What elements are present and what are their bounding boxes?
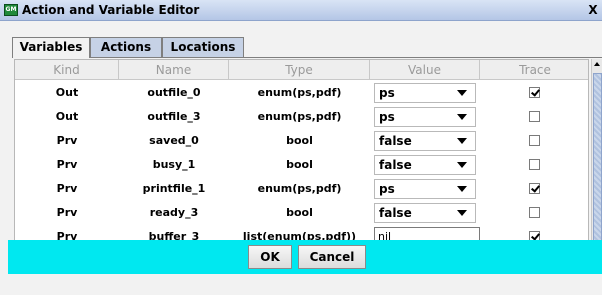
button-bar: OK Cancel bbox=[8, 240, 602, 274]
scrollbar-thumb[interactable] bbox=[593, 73, 602, 242]
scroll-up-icon[interactable] bbox=[592, 59, 602, 71]
kind-cell: Out bbox=[55, 86, 79, 99]
cancel-button[interactable]: Cancel bbox=[298, 245, 366, 269]
table-row[interactable]: Out outfile_0 enum(ps,pdf) ps bbox=[15, 81, 588, 105]
name-cell: busy_1 bbox=[152, 158, 196, 171]
value-dropdown[interactable]: false bbox=[374, 131, 476, 151]
trace-checkbox[interactable] bbox=[529, 207, 540, 218]
variables-table: Kind Name Type Value Trace Out outfile_0 e… bbox=[14, 59, 589, 256]
name-cell: outfile_3 bbox=[147, 110, 201, 123]
name-cell: ready_3 bbox=[149, 206, 199, 219]
trace-checkbox[interactable] bbox=[529, 135, 540, 146]
tab-divider bbox=[12, 57, 602, 58]
name-cell: printfile_1 bbox=[142, 182, 206, 195]
trace-checkbox[interactable] bbox=[529, 111, 540, 122]
value-dropdown[interactable]: false bbox=[374, 203, 476, 223]
type-cell: enum(ps,pdf) bbox=[257, 110, 342, 123]
column-header-type[interactable]: Type bbox=[229, 60, 370, 80]
name-cell: outfile_0 bbox=[147, 86, 201, 99]
value-text: false bbox=[379, 206, 412, 220]
value-dropdown[interactable]: ps bbox=[374, 179, 476, 199]
name-cell: saved_0 bbox=[149, 134, 199, 147]
chevron-down-icon[interactable] bbox=[457, 210, 467, 216]
kind-cell: Prv bbox=[56, 158, 78, 171]
title-bar: GM Action and Variable Editor X bbox=[0, 0, 602, 21]
trace-checkbox[interactable] bbox=[529, 159, 540, 170]
chevron-down-icon[interactable] bbox=[457, 90, 467, 96]
table-row[interactable]: Prv ready_3 bool false bbox=[15, 201, 588, 225]
close-icon[interactable]: X bbox=[586, 2, 600, 18]
type-cell: enum(ps,pdf) bbox=[257, 182, 342, 195]
kind-cell: Out bbox=[55, 110, 79, 123]
table-row[interactable]: Prv busy_1 bool false bbox=[15, 153, 588, 177]
table-header: Kind Name Type Value Trace bbox=[15, 60, 588, 80]
value-text: false bbox=[379, 134, 412, 148]
chevron-down-icon[interactable] bbox=[457, 114, 467, 120]
app-icon: GM bbox=[4, 4, 18, 16]
value-text: ps bbox=[379, 86, 395, 100]
kind-cell: Prv bbox=[56, 134, 78, 147]
tab-actions[interactable]: Actions bbox=[90, 37, 162, 57]
table-row[interactable]: Out outfile_3 enum(ps,pdf) ps bbox=[15, 105, 588, 129]
ok-button[interactable]: OK bbox=[248, 245, 292, 269]
tab-locations[interactable]: Locations bbox=[162, 37, 244, 57]
table-row[interactable]: Prv printfile_1 enum(ps,pdf) ps bbox=[15, 177, 588, 201]
kind-cell: Prv bbox=[56, 182, 78, 195]
trace-checkbox-checked[interactable] bbox=[529, 87, 540, 98]
type-cell: bool bbox=[286, 158, 313, 171]
type-cell: enum(ps,pdf) bbox=[257, 86, 342, 99]
value-text: ps bbox=[379, 110, 395, 124]
column-header-trace[interactable]: Trace bbox=[480, 60, 588, 80]
value-dropdown[interactable]: false bbox=[374, 155, 476, 175]
column-header-name[interactable]: Name bbox=[119, 60, 229, 80]
vertical-scrollbar[interactable] bbox=[591, 59, 602, 256]
kind-cell: Prv bbox=[56, 206, 78, 219]
value-dropdown[interactable]: ps bbox=[374, 83, 476, 103]
type-cell: bool bbox=[286, 134, 313, 147]
value-dropdown[interactable]: ps bbox=[374, 107, 476, 127]
value-text: ps bbox=[379, 182, 395, 196]
chevron-down-icon[interactable] bbox=[457, 138, 467, 144]
table-row[interactable]: Prv saved_0 bool false bbox=[15, 129, 588, 153]
tab-variables[interactable]: Variables bbox=[12, 37, 90, 58]
chevron-down-icon[interactable] bbox=[457, 186, 467, 192]
type-cell: bool bbox=[286, 206, 313, 219]
value-text: false bbox=[379, 158, 412, 172]
column-header-value[interactable]: Value bbox=[370, 60, 480, 80]
column-header-kind[interactable]: Kind bbox=[15, 60, 119, 80]
window-title: Action and Variable Editor bbox=[22, 3, 200, 17]
trace-checkbox-checked[interactable] bbox=[529, 183, 540, 194]
chevron-down-icon[interactable] bbox=[457, 162, 467, 168]
